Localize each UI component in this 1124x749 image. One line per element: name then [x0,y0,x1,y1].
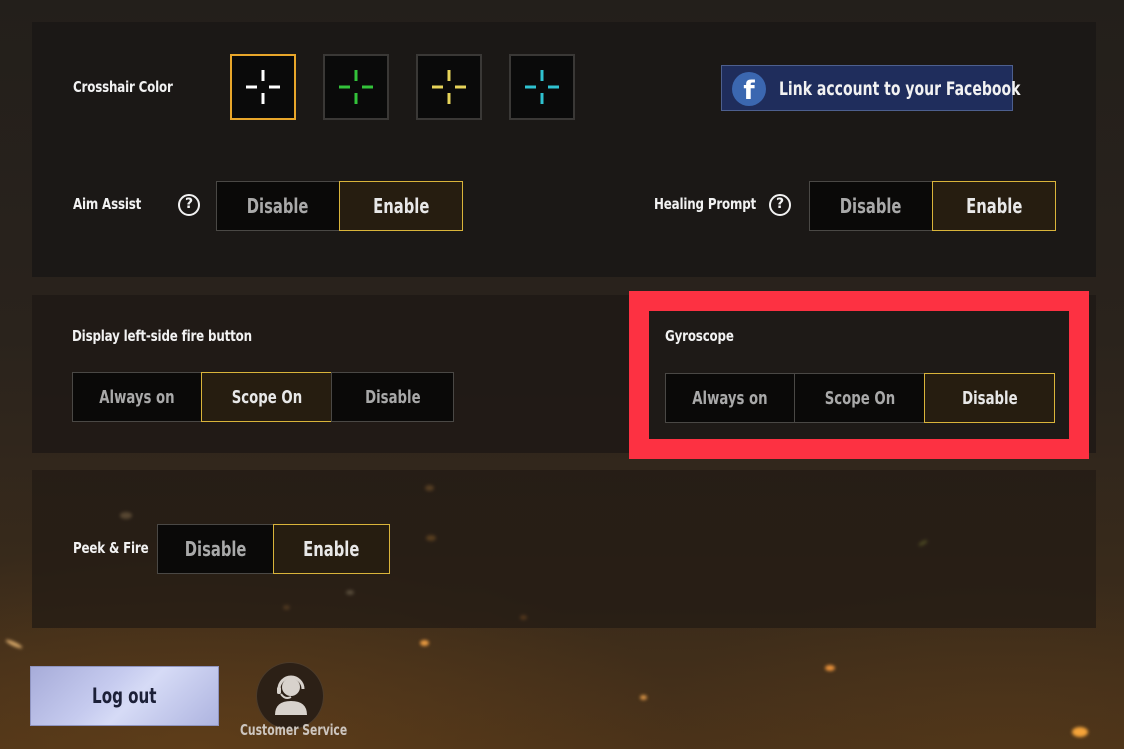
crosshair-icon [246,70,280,104]
healing-prompt-toggle: Disable Enable [809,181,1056,231]
peek-fire-label: Peek & Fire [73,539,149,557]
aim-assist-toggle: Disable Enable [216,181,463,231]
aim-assist-enable-button[interactable]: Enable [339,181,463,231]
facebook-icon: f [732,72,766,106]
logout-button[interactable]: Log out [30,666,219,726]
link-facebook-label: Link account to your Facebook [779,78,1021,100]
left-fire-button-toggle: Always on Scope On Disable [72,372,454,422]
peek-fire-enable-button[interactable]: Enable [273,524,390,574]
logout-label: Log out [92,684,157,708]
left-fire-button-label: Display left-side fire button [72,327,252,345]
headset-support-icon [275,675,307,715]
healing-prompt-disable-button[interactable]: Disable [809,181,933,231]
left-fire-always-on-button[interactable]: Always on [72,372,202,422]
crosshair-swatch-white[interactable] [230,54,296,120]
crosshair-swatch-green[interactable] [323,54,389,120]
ember-spark [1072,727,1088,737]
help-icon[interactable]: ? [769,194,791,216]
aim-assist-disable-button[interactable]: Disable [216,181,340,231]
crosshair-icon [432,70,466,104]
ember-spark [4,638,24,650]
crosshair-swatch-cyan[interactable] [509,54,575,120]
customer-service-button[interactable] [256,662,324,730]
crosshair-icon [525,70,559,104]
help-icon[interactable]: ? [178,194,200,216]
gyroscope-toggle: Always on Scope On Disable [665,373,1055,423]
peek-fire-disable-button[interactable]: Disable [157,524,274,574]
crosshair-color-label: Crosshair Color [73,78,173,96]
gyroscope-label: Gyroscope [665,327,734,345]
aim-assist-label: Aim Assist [73,195,142,213]
link-facebook-button[interactable]: f Link account to your Facebook [721,65,1020,111]
gyroscope-disable-button[interactable]: Disable [924,373,1055,423]
left-fire-scope-on-button[interactable]: Scope On [201,372,332,422]
left-fire-disable-button[interactable]: Disable [331,372,454,422]
crosshair-icon [339,70,373,104]
customer-service-label: Customer Service [240,721,348,739]
peek-fire-toggle: Disable Enable [157,524,390,574]
gyroscope-always-on-button[interactable]: Always on [665,373,795,423]
gyroscope-scope-on-button[interactable]: Scope On [794,373,925,423]
crosshair-swatch-yellow[interactable] [416,54,482,120]
ember-spark [420,640,429,646]
healing-prompt-label: Healing Prompt [654,195,757,213]
ember-spark [640,695,647,700]
healing-prompt-enable-button[interactable]: Enable [932,181,1056,231]
ember-spark [825,665,835,671]
